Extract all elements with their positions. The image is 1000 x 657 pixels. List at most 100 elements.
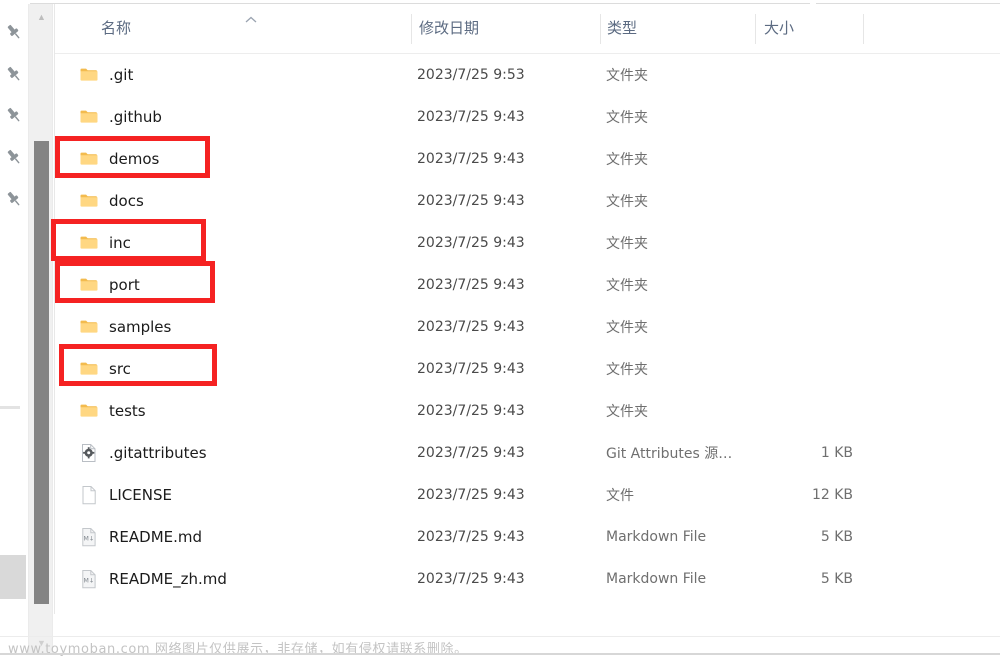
folder-icon xyxy=(79,317,99,337)
file-name-cell[interactable]: M↓ README.md xyxy=(79,516,202,558)
file-date-cell: 2023/7/25 9:43 xyxy=(417,109,525,125)
file-type-cell: 文件夹 xyxy=(606,194,648,210)
table-row[interactable]: .github 2023/7/25 9:43 文件夹 xyxy=(55,96,1000,138)
file-date-cell: 2023/7/25 9:43 xyxy=(417,571,525,587)
file-name-cell[interactable]: samples xyxy=(79,306,171,348)
file-explorer-window: ▲ ▼ 名称 修改日期 类型 大小 .git 2023/7/25 9:53 文件夹.… xyxy=(0,0,1000,657)
svg-text:M↓: M↓ xyxy=(84,577,95,584)
file-size-cell xyxy=(755,180,853,222)
scrollbar-thumb[interactable] xyxy=(33,140,50,605)
table-row[interactable]: samples 2023/7/25 9:43 文件夹 xyxy=(55,306,1000,348)
vertical-scrollbar[interactable]: ▲ ▼ xyxy=(28,4,53,654)
file-date-cell: 2023/7/25 9:43 xyxy=(417,529,525,545)
file-type-cell: 文件夹 xyxy=(606,404,648,420)
table-row[interactable]: .git 2023/7/25 9:53 文件夹 xyxy=(55,54,1000,96)
table-row[interactable]: demos 2023/7/25 9:43 文件夹 xyxy=(55,138,1000,180)
file-name-label: LICENSE xyxy=(109,486,172,504)
file-size-cell: 1 KB xyxy=(820,445,853,461)
pin-icon[interactable] xyxy=(4,22,24,42)
file-name-label: .gitattributes xyxy=(109,444,207,462)
file-type-cell: Markdown File xyxy=(606,571,707,587)
file-type-cell: 文件夹 xyxy=(606,110,648,126)
watermark-divider xyxy=(0,636,1000,637)
file-name-cell[interactable]: LICENSE xyxy=(79,474,172,516)
column-header-name[interactable]: 名称 xyxy=(101,17,131,38)
table-row[interactable]: src 2023/7/25 9:43 文件夹 xyxy=(55,348,1000,390)
column-header-date-modified[interactable]: 修改日期 xyxy=(419,17,479,38)
file-name-cell[interactable]: demos xyxy=(79,138,159,180)
pin-icon[interactable] xyxy=(4,105,24,125)
file-date-cell: 2023/7/25 9:43 xyxy=(417,319,525,335)
file-date-cell: 2023/7/25 9:53 xyxy=(417,67,525,83)
file-type-cell: Git Attributes 源… xyxy=(606,446,733,462)
file-name-cell[interactable]: port xyxy=(79,264,140,306)
folder-icon xyxy=(79,359,99,379)
folder-icon xyxy=(79,191,99,211)
sidebar-pin-rail xyxy=(0,0,28,657)
file-type-cell: 文件夹 xyxy=(606,320,648,336)
file-name-label: src xyxy=(109,360,131,378)
table-row[interactable]: inc 2023/7/25 9:43 文件夹 xyxy=(55,222,1000,264)
file-name-label: docs xyxy=(109,192,144,210)
file-type-cell: Markdown File xyxy=(606,529,707,545)
table-row[interactable]: port 2023/7/25 9:43 文件夹 xyxy=(55,264,1000,306)
markdown-file-icon: M↓ xyxy=(79,527,99,547)
gear-file-icon xyxy=(79,443,99,463)
table-row[interactable]: .gitattributes 2023/7/25 9:43 Git Attribut… xyxy=(55,432,1000,474)
file-name-cell[interactable]: src xyxy=(79,348,131,390)
table-row[interactable]: docs 2023/7/25 9:43 文件夹 xyxy=(55,180,1000,222)
file-date-cell: 2023/7/25 9:43 xyxy=(417,361,525,377)
file-size-cell xyxy=(755,348,853,390)
file-name-label: README_zh.md xyxy=(109,570,227,588)
folder-icon xyxy=(79,149,99,169)
file-name-label: port xyxy=(109,276,140,294)
file-date-cell: 2023/7/25 9:43 xyxy=(417,277,525,293)
file-type-cell: 文件夹 xyxy=(606,68,648,84)
file-name-label: demos xyxy=(109,150,160,168)
file-date-cell: 2023/7/25 9:43 xyxy=(417,403,525,419)
file-name-cell[interactable]: .git xyxy=(79,54,133,96)
folder-icon xyxy=(79,65,99,85)
file-type-cell: 文件夹 xyxy=(606,278,648,294)
file-size-cell xyxy=(755,390,853,432)
file-name-label: tests xyxy=(109,402,146,420)
file-type-cell: 文件夹 xyxy=(606,236,648,252)
pin-icon[interactable] xyxy=(4,64,24,84)
sidebar-placeholder-block xyxy=(0,555,26,599)
sidebar-divider xyxy=(0,406,20,409)
file-name-cell[interactable]: .github xyxy=(79,96,162,138)
file-size-cell: 5 KB xyxy=(820,529,853,545)
file-name-cell[interactable]: .gitattributes xyxy=(79,432,207,474)
file-size-cell xyxy=(755,54,853,96)
file-name-cell[interactable]: docs xyxy=(79,180,144,222)
file-name-cell[interactable]: tests xyxy=(79,390,146,432)
pin-icon[interactable] xyxy=(4,189,24,209)
file-date-cell: 2023/7/25 9:43 xyxy=(417,151,525,167)
markdown-file-icon: M↓ xyxy=(79,569,99,589)
blank-file-icon xyxy=(79,485,99,505)
column-header-size[interactable]: 大小 xyxy=(764,17,794,38)
file-name-label: samples xyxy=(109,318,172,336)
svg-text:M↓: M↓ xyxy=(84,535,95,542)
scroll-up-arrow-icon[interactable]: ▲ xyxy=(29,8,54,26)
table-row[interactable]: tests 2023/7/25 9:43 文件夹 xyxy=(55,390,1000,432)
file-size-cell xyxy=(755,264,853,306)
file-name-cell[interactable]: M↓ README_zh.md xyxy=(79,558,227,600)
file-name-label: .git xyxy=(109,66,134,84)
folder-icon xyxy=(79,275,99,295)
file-name-cell[interactable]: inc xyxy=(79,222,131,264)
pin-icon[interactable] xyxy=(4,147,24,167)
sort-ascending-icon[interactable] xyxy=(243,12,259,23)
table-row[interactable]: M↓ README.md 2023/7/25 9:43 Markdown File 5 … xyxy=(55,516,1000,558)
column-header-type[interactable]: 类型 xyxy=(607,17,637,38)
file-name-label: .github xyxy=(109,108,162,126)
file-size-cell xyxy=(755,306,853,348)
table-row[interactable]: LICENSE 2023/7/25 9:43 文件 12 KB xyxy=(55,474,1000,516)
watermark-bottom-rule xyxy=(0,653,1000,655)
file-type-cell: 文件夹 xyxy=(606,152,648,168)
file-date-cell: 2023/7/25 9:43 xyxy=(417,235,525,251)
file-date-cell: 2023/7/25 9:43 xyxy=(417,487,525,503)
file-type-cell: 文件夹 xyxy=(606,362,648,378)
table-row[interactable]: M↓ README_zh.md 2023/7/25 9:43 Markdown Fil… xyxy=(55,558,1000,600)
file-list-pane: 名称 修改日期 类型 大小 .git 2023/7/25 9:53 文件夹 .gith… xyxy=(54,4,1000,614)
